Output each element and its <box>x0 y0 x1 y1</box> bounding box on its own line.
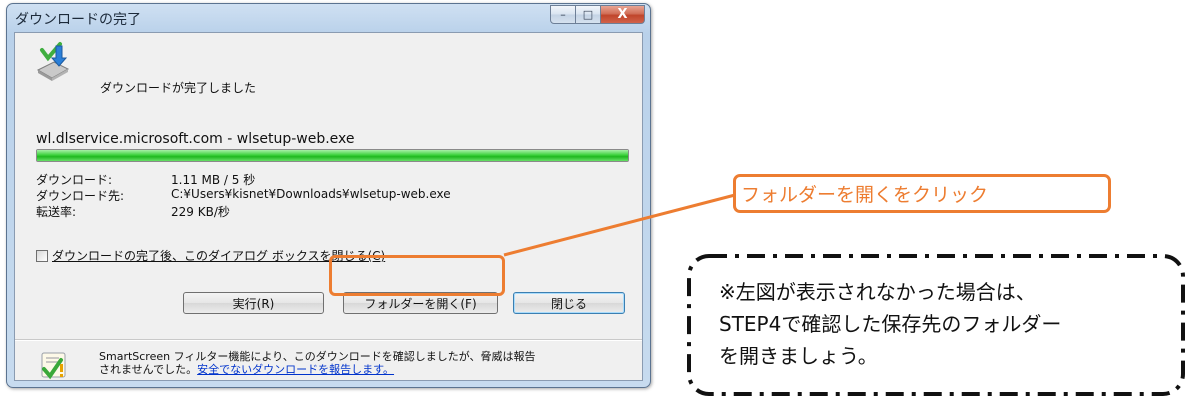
note-line-2: STEP4で確認した保存先のフォルダー <box>719 312 1062 336</box>
note-line-3: を開きましょう。 <box>719 344 878 368</box>
note-text: ※左図が表示されなかった場合は、 STEP4で確認した保存先のフォルダー を開き… <box>719 276 1061 372</box>
open-folder-callout: フォルダーを開くをクリック <box>733 174 1111 213</box>
note-line-1: ※左図が表示されなかった場合は、 <box>719 280 1036 304</box>
